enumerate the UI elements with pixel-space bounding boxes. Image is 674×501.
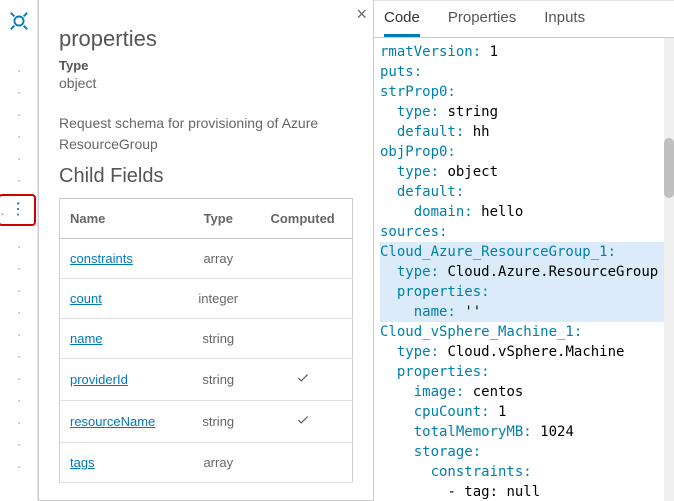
child-fields-table: Name Type Computed constraintsarraycount… [59, 198, 353, 483]
table-row: name string [60, 319, 353, 359]
tab-inputs[interactable]: Inputs [544, 9, 585, 37]
field-computed [253, 443, 352, 483]
component-sidebar: … ⋮ [0, 0, 38, 501]
table-row: resourceName string [60, 401, 353, 443]
canvas-connector-line [18, 60, 20, 480]
table-row: constraints array [60, 239, 353, 279]
child-fields-heading: Child Fields [59, 165, 353, 188]
scrollbar[interactable] [664, 38, 674, 501]
scrollbar-thumb[interactable] [664, 138, 674, 198]
table-row: tags array [60, 443, 353, 483]
field-type: string [183, 319, 253, 359]
field-computed [253, 401, 352, 443]
field-type: integer [183, 279, 253, 319]
col-computed: Computed [253, 199, 352, 239]
editor-pane: Code Properties Inputs rmatVersion: 1 pu… [374, 0, 674, 501]
field-computed [253, 319, 352, 359]
field-type: string [183, 359, 253, 401]
field-link[interactable]: tags [70, 455, 95, 470]
field-link[interactable]: name [70, 331, 103, 346]
field-computed [253, 359, 352, 401]
table-row: providerId string [60, 359, 353, 401]
yaml-editor[interactable]: rmatVersion: 1 puts: strProp0: type: str… [374, 38, 674, 501]
field-type: array [183, 443, 253, 483]
col-name: Name [60, 199, 184, 239]
type-value: object [59, 75, 353, 91]
field-link[interactable]: resourceName [70, 414, 155, 429]
field-link[interactable]: providerId [70, 372, 128, 387]
schema-heading: properties [59, 26, 353, 52]
selected-node-actions[interactable]: … ⋮ [0, 194, 36, 226]
blueprint-icon[interactable] [8, 10, 30, 35]
close-icon[interactable]: × [356, 4, 367, 25]
field-computed [253, 239, 352, 279]
tab-code[interactable]: Code [384, 9, 420, 37]
schema-panel: × properties Type object Request schema … [38, 0, 374, 501]
node-label-truncated: … [0, 202, 6, 218]
type-label: Type [59, 58, 353, 73]
field-computed [253, 279, 352, 319]
kebab-menu-icon[interactable]: ⋮ [10, 202, 26, 218]
tab-properties[interactable]: Properties [448, 9, 516, 37]
field-link[interactable]: count [70, 291, 102, 306]
schema-description: Request schema for provisioning of Azure… [59, 113, 353, 155]
field-type: array [183, 239, 253, 279]
field-type: string [183, 401, 253, 443]
col-type: Type [183, 199, 253, 239]
field-link[interactable]: constraints [70, 251, 133, 266]
table-row: count integer [60, 279, 353, 319]
editor-tabs: Code Properties Inputs [374, 1, 674, 38]
